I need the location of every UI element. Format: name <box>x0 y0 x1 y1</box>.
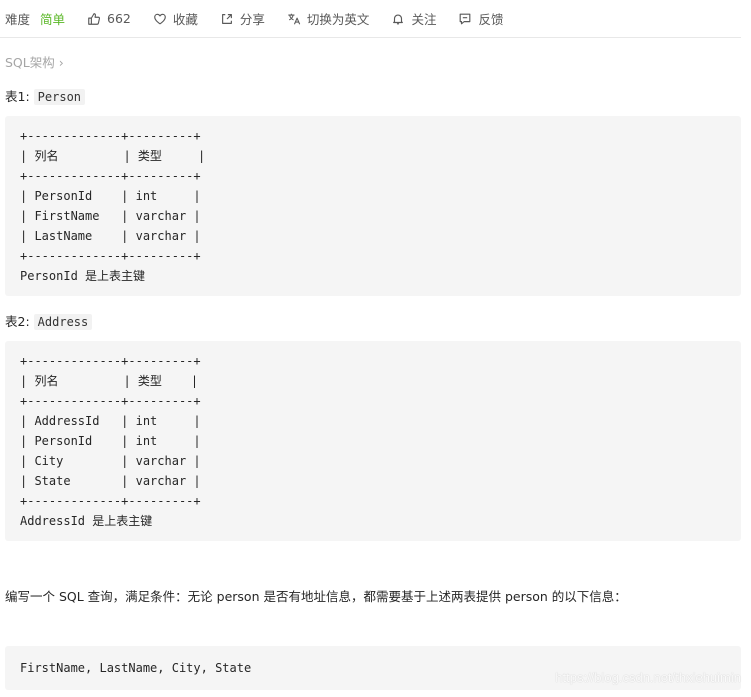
favorite-label: 收藏 <box>172 12 198 27</box>
table2-heading: 表2: Address <box>5 311 93 330</box>
difficulty-value: 简单 <box>40 12 66 27</box>
table2-schema-code: +-------------+---------+ | 列名 | 类型 | +-… <box>5 341 741 541</box>
problem-toolbar: 难度 简单 662 收藏 分享 切换为英文 关注 反馈 <box>0 0 741 38</box>
heart-icon <box>154 13 166 24</box>
like-button[interactable]: 662 <box>87 11 131 26</box>
table1-schema-code: +-------------+---------+ | 列名 | 类型 | +-… <box>5 116 741 296</box>
feedback-label: 反馈 <box>478 12 504 27</box>
bell-icon <box>393 14 404 24</box>
table2-name: Address <box>33 314 93 330</box>
feedback-icon <box>460 13 471 24</box>
table1-label: 表1: <box>5 89 30 104</box>
chevron-right-icon: › <box>58 55 64 70</box>
table1-heading: 表1: Person <box>5 86 86 105</box>
favorite-button[interactable]: 收藏 <box>153 9 198 28</box>
share-icon <box>221 13 232 24</box>
breadcrumb[interactable]: SQL架构 › <box>5 52 64 71</box>
difficulty-label: 难度 <box>5 12 31 27</box>
difficulty: 难度 简单 <box>5 9 65 28</box>
table1-name: Person <box>33 89 86 105</box>
share-button[interactable]: 分享 <box>220 9 265 28</box>
follow-label: 关注 <box>411 12 437 27</box>
follow-button[interactable]: 关注 <box>391 9 436 28</box>
problem-description: 编写一个 SQL 查询，满足条件：无论 person 是否有地址信息，都需要基于… <box>5 589 627 604</box>
table2-label: 表2: <box>5 314 30 329</box>
feedback-button[interactable]: 反馈 <box>458 9 503 28</box>
like-count: 662 <box>107 11 131 26</box>
watermark: https://blog.csdn.net/thxiehuimin <box>555 670 741 685</box>
translate-icon <box>288 13 301 24</box>
translate-button[interactable]: 切换为英文 <box>287 9 370 28</box>
translate-label: 切换为英文 <box>306 12 370 27</box>
thumbs-up-icon <box>88 12 101 25</box>
share-label: 分享 <box>239 12 265 27</box>
breadcrumb-label[interactable]: SQL架构 <box>5 55 55 70</box>
